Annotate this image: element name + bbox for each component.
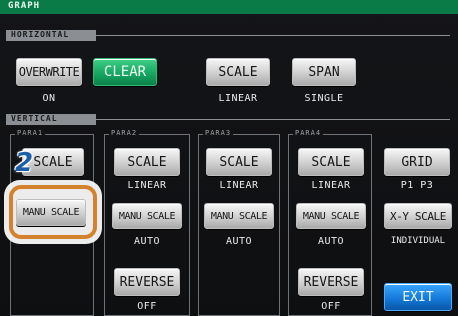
- para4-manu-scale-button[interactable]: MANU SCALE: [296, 203, 366, 229]
- graph-settings-screen: GRAPH HORIZONTAL OVERWRITE ON CLEAR SCAL…: [0, 0, 458, 316]
- overwrite-button[interactable]: OVERWRITE: [16, 58, 82, 86]
- horizontal-section-label: HORIZONTAL: [11, 30, 70, 39]
- span-value: SINGLE: [304, 93, 344, 104]
- vertical-divider: [96, 119, 450, 120]
- horizontal-scale-value: LINEAR: [218, 93, 258, 104]
- vertical-section-header: VERTICAL: [6, 114, 96, 125]
- para2-label: PARA2: [109, 129, 140, 137]
- para4-scale-value: LINEAR: [311, 180, 351, 191]
- title-bar: GRAPH: [0, 0, 458, 14]
- grid-value: P1 P3: [400, 180, 434, 191]
- para2-reverse-button[interactable]: REVERSE: [114, 268, 180, 296]
- para4-manu-scale-value: AUTO: [317, 236, 345, 247]
- para4-reverse-button[interactable]: REVERSE: [298, 268, 364, 296]
- para2-reverse-value: OFF: [137, 301, 157, 312]
- para3-label: PARA3: [203, 129, 234, 137]
- para4-label: PARA4: [293, 129, 324, 137]
- span-button[interactable]: SPAN: [292, 58, 356, 86]
- clear-button[interactable]: CLEAR: [93, 58, 157, 86]
- grid-button[interactable]: GRID: [384, 148, 450, 176]
- para4-reverse-value: OFF: [321, 301, 341, 312]
- xy-scale-value: INDIVIDUAL: [390, 236, 446, 246]
- para1-manu-scale-button[interactable]: MANU SCALE: [16, 199, 86, 226]
- overwrite-value: ON: [42, 93, 56, 104]
- horizontal-divider: [96, 35, 450, 36]
- para3-manu-scale-value: AUTO: [225, 236, 253, 247]
- para4-scale-button[interactable]: SCALE: [298, 148, 364, 176]
- para2-scale-value: LINEAR: [127, 180, 167, 191]
- para2-manu-scale-button[interactable]: MANU SCALE: [112, 203, 182, 229]
- para3-scale-value: LINEAR: [219, 180, 259, 191]
- exit-button[interactable]: EXIT: [384, 283, 452, 311]
- para2-manu-scale-value: AUTO: [133, 236, 161, 247]
- xy-scale-button[interactable]: X-Y SCALE: [384, 203, 452, 229]
- horizontal-scale-button[interactable]: SCALE: [206, 58, 270, 86]
- vertical-section-label: VERTICAL: [11, 114, 58, 123]
- step-number-marker: 2: [15, 148, 34, 178]
- screen-title: GRAPH: [8, 1, 41, 11]
- horizontal-section-header: HORIZONTAL: [6, 30, 96, 41]
- para3-manu-scale-button[interactable]: MANU SCALE: [204, 203, 274, 229]
- para3-scale-button[interactable]: SCALE: [206, 148, 272, 176]
- para1-label: PARA1: [15, 129, 46, 137]
- para2-scale-button[interactable]: SCALE: [114, 148, 180, 176]
